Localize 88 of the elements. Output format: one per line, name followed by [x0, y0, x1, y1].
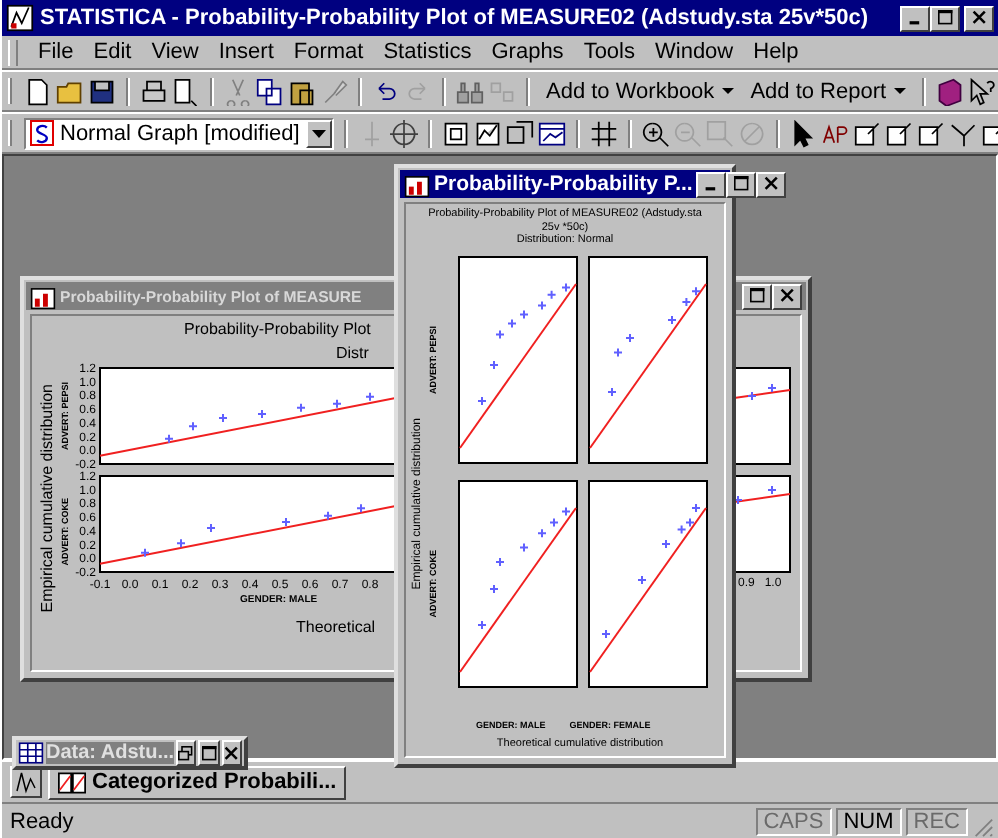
- menu-item[interactable]: Window: [647, 40, 742, 64]
- folder-icon[interactable]: [56, 77, 84, 105]
- data-point: [188, 421, 198, 432]
- restore-button[interactable]: [176, 740, 197, 766]
- zoom-in-icon[interactable]: [641, 119, 670, 147]
- resize-grip-icon[interactable]: [972, 816, 994, 838]
- data-point: [218, 413, 228, 424]
- plot-drawing: [734, 367, 791, 465]
- chart-line-icon[interactable]: [473, 119, 502, 147]
- data-point: [365, 391, 375, 402]
- frame-icon[interactable]: [441, 119, 470, 147]
- chart-icon: [58, 771, 86, 793]
- chart-subtitle: Distr: [336, 344, 369, 362]
- document-icon[interactable]: [24, 77, 52, 105]
- data-point: [140, 547, 150, 558]
- toolbar-button[interactable]: Add to Report: [744, 79, 913, 103]
- maximize-button[interactable]: [930, 5, 960, 31]
- maximize-icon: [201, 745, 218, 761]
- window-title: Data: Adstu...: [46, 742, 175, 764]
- style-icon: [30, 120, 54, 146]
- caret-icon: [894, 87, 907, 95]
- line-tool-icon[interactable]: [949, 119, 978, 147]
- maximize-icon: [937, 10, 953, 26]
- maximize-button[interactable]: [198, 740, 220, 766]
- close-button[interactable]: [221, 740, 243, 766]
- close-button[interactable]: [756, 171, 787, 197]
- binoculars-icon[interactable]: [456, 77, 484, 105]
- graph-icon: [14, 770, 38, 794]
- status-text: Ready: [10, 809, 76, 833]
- toolbar-button[interactable]: Add to Workbook: [540, 79, 741, 103]
- close-icon: [779, 288, 795, 304]
- data-point: [296, 402, 306, 413]
- data-point: [164, 433, 174, 444]
- window-chart-icon[interactable]: [537, 119, 566, 147]
- note-icon[interactable]: [917, 119, 946, 147]
- menu-item[interactable]: Edit: [85, 40, 140, 64]
- close-button[interactable]: [964, 5, 994, 31]
- grid-icon[interactable]: [589, 119, 618, 147]
- menu-item[interactable]: Graphs: [483, 40, 572, 64]
- status-indicator: CAPS: [755, 807, 832, 835]
- clipboard-icon[interactable]: [288, 77, 316, 105]
- caret-icon: [722, 87, 735, 95]
- note-icon[interactable]: [853, 119, 882, 147]
- pointer-icon[interactable]: [789, 119, 818, 147]
- target-icon[interactable]: [389, 119, 418, 147]
- menu-item[interactable]: View: [143, 40, 207, 64]
- data-point: [332, 398, 342, 409]
- menu-item[interactable]: Tools: [575, 40, 643, 64]
- data-point: [206, 523, 216, 534]
- menu-item[interactable]: Statistics: [375, 40, 480, 64]
- axis-title: Empirical cumulative distribution: [38, 384, 56, 614]
- chart-copy-icon[interactable]: [505, 119, 534, 147]
- maximize-icon: [749, 288, 765, 304]
- close-icon: [763, 176, 780, 192]
- window-title: Probability-Probability P...: [434, 172, 693, 196]
- close-icon: [223, 745, 240, 761]
- table-icon: [18, 740, 44, 766]
- menu-item[interactable]: File: [30, 40, 82, 64]
- restore-icon: [178, 745, 195, 761]
- close-icon: [971, 10, 987, 26]
- data-point: [281, 516, 291, 527]
- axis-title: Theoretical: [296, 618, 376, 636]
- minimize-button[interactable]: [696, 171, 727, 197]
- maximize-icon: [733, 176, 750, 192]
- chart-title: Probability-Probability Plot: [184, 320, 371, 338]
- plot-drawing: [734, 475, 791, 573]
- menu-item[interactable]: Format: [285, 40, 372, 64]
- chart-icon: [30, 283, 56, 309]
- graph-style-dropdown[interactable]: Normal Graph [modified]: [24, 117, 334, 149]
- data-point: [176, 538, 186, 549]
- status-indicator: NUM: [835, 807, 902, 835]
- menu-item[interactable]: Insert: [210, 40, 282, 64]
- magnifier-icon[interactable]: [172, 77, 200, 105]
- printer-icon[interactable]: [140, 77, 168, 105]
- help-pointer-icon[interactable]: [968, 77, 997, 105]
- menu-item[interactable]: Help: [745, 40, 807, 64]
- chart-icon: [404, 171, 430, 197]
- note-icon[interactable]: [885, 119, 914, 147]
- data-point: [356, 503, 366, 514]
- maximize-button[interactable]: [726, 171, 757, 197]
- window-title: STATISTICA - Probability-Probability Plot of MEASURE02 (Adstudy.sta 25v*50c): [40, 6, 870, 30]
- data-point: [257, 408, 267, 419]
- book-icon[interactable]: [936, 77, 965, 105]
- minimize-button[interactable]: [900, 5, 930, 31]
- data-point: [323, 510, 333, 521]
- chart-icon: [6, 4, 34, 32]
- status-indicator: REC: [905, 807, 968, 835]
- copy-icon[interactable]: [256, 77, 284, 105]
